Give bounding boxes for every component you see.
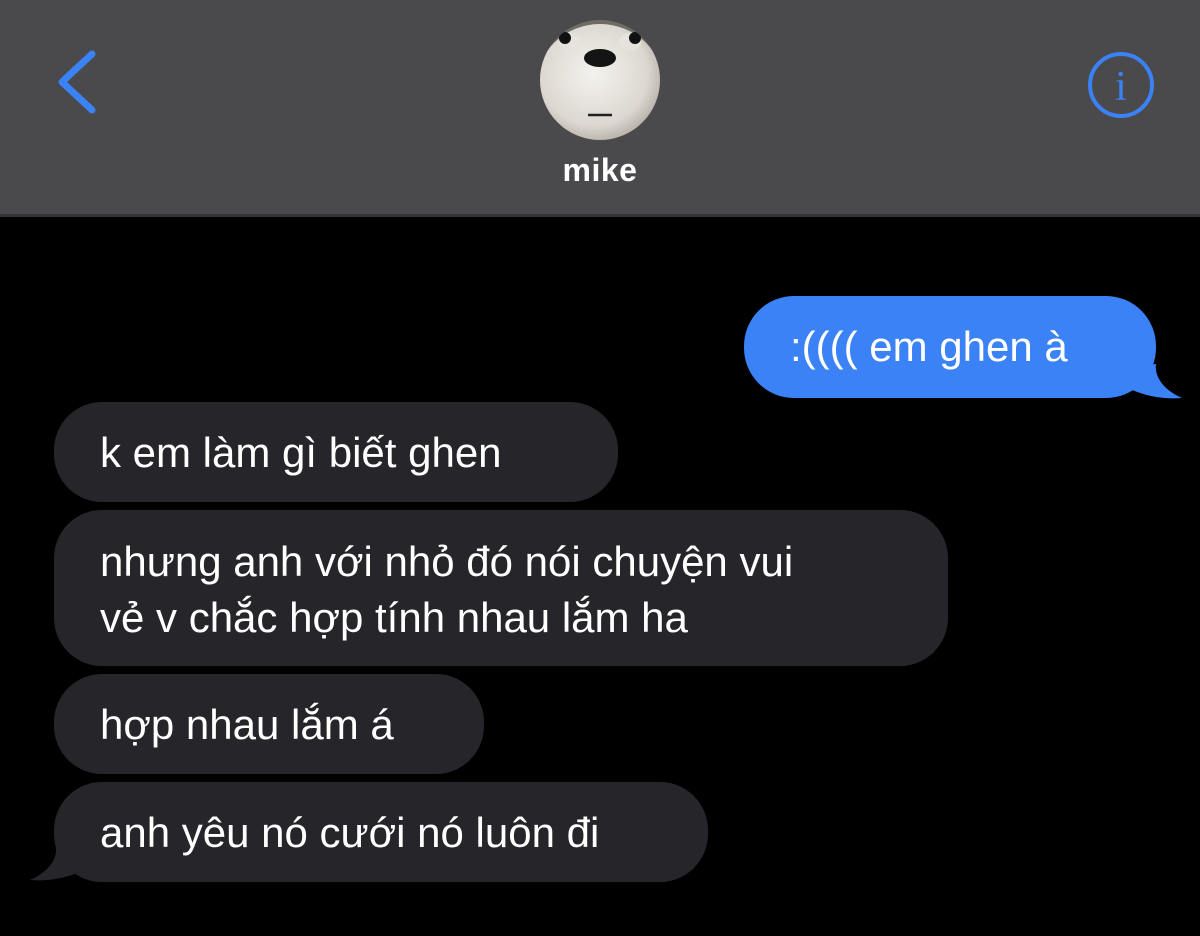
message-text: :(((( em ghen à (790, 323, 1068, 370)
outgoing-message-bubble[interactable]: :(((( em ghen à (744, 296, 1156, 398)
message-text: anh yêu nó cưới nó luôn đi (100, 809, 600, 856)
outgoing-bubble-tail (1120, 352, 1182, 399)
contact-name[interactable]: mike (0, 152, 1200, 189)
incoming-message-bubble[interactable]: hợp nhau lắm á (54, 674, 484, 774)
incoming-message-bubble[interactable]: k em làm gì biết ghen (54, 402, 618, 502)
conversation-header: mike i (0, 0, 1200, 217)
chevron-left-icon (58, 50, 96, 114)
info-circle-icon: i (1088, 52, 1154, 118)
back-button[interactable] (48, 44, 108, 120)
messages-screen: mike i :(((( em ghen à k em làm gì biết … (0, 0, 1200, 936)
info-glyph: i (1115, 64, 1127, 110)
message-text-line-2: vẻ v chắc hợp tính nhau lắm ha (100, 594, 688, 641)
incoming-message-bubble[interactable]: nhưng anh với nhỏ đó nói chuyện vui vẻ v… (54, 510, 948, 666)
incoming-bubble-tail (30, 834, 92, 881)
avatar[interactable] (540, 20, 660, 140)
info-button[interactable]: i (1086, 50, 1156, 120)
message-text-line-1: nhưng anh với nhỏ đó nói chuyện vui (100, 538, 794, 585)
message-text: hợp nhau lắm á (100, 701, 394, 748)
incoming-message-bubble[interactable]: anh yêu nó cưới nó luôn đi (54, 782, 708, 882)
avatar-image (540, 20, 660, 140)
message-text: k em làm gì biết ghen (100, 429, 502, 476)
